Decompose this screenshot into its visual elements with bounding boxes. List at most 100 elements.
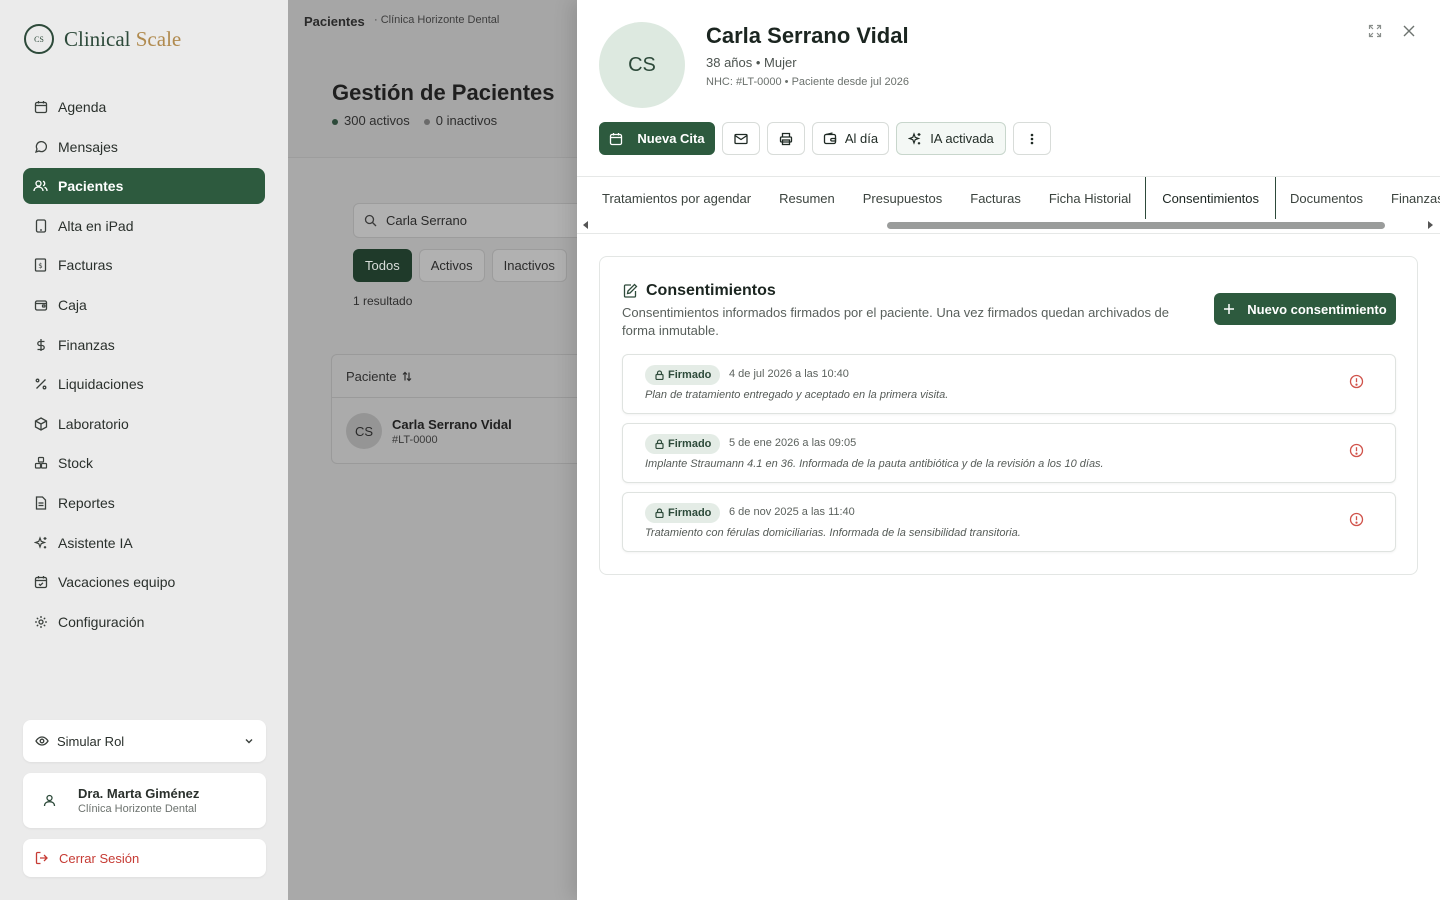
patient-meta: 38 años • Mujer [706,55,797,70]
row-patient-id: #LT-0000 [392,433,438,446]
logout-icon [35,851,49,865]
user-card[interactable]: Dra. Marta Giménez Clínica Horizonte Den… [23,773,266,828]
sidebar-item-caja[interactable]: Caja [23,287,265,323]
report-icon [33,495,48,510]
patient-actions: Nueva Cita Al día IA activada [599,122,1051,155]
sidebar-item-liquidaciones[interactable]: Liquidaciones [23,366,265,402]
consent-record[interactable]: Firmado 4 de jul 2026 a las 10:40 Plan d… [622,354,1396,414]
active-stat: 300 activos [332,113,410,128]
sidebar-item-mensajes[interactable]: Mensajes [23,129,265,165]
box-icon [33,416,48,431]
app-logo[interactable]: CS Clinical Scale [24,24,181,54]
patient-stats: 300 activos 0 inactivos [332,113,497,128]
filter-activos[interactable]: Activos [418,249,485,282]
edit-document-icon [622,283,638,299]
patient-nhc: NHC: #LT-0000 • Paciente desde jul 2026 [706,76,909,88]
alert-circle-icon[interactable] [1349,443,1364,458]
calendar-icon [33,100,48,115]
filter-inactivos[interactable]: Inactivos [491,249,567,282]
consent-record[interactable]: Firmado 5 de ene 2026 a las 09:05 Implan… [622,423,1396,483]
printer-icon [779,132,793,146]
new-appointment-button[interactable]: Nueva Cita [599,122,715,155]
sidebar-item-laboratorio[interactable]: Laboratorio [23,406,265,442]
ia-toggle-button[interactable]: IA activada [896,122,1006,155]
tab-presupuestos[interactable]: Presupuestos [849,177,957,219]
eye-icon [35,734,49,748]
simular-rol-select[interactable]: Simular Rol [23,720,266,762]
chat-icon [33,139,48,154]
tab-ficha-historial[interactable]: Ficha Historial [1035,177,1145,219]
logout-label: Cerrar Sesión [59,850,140,866]
results-count: 1 resultado [353,294,413,308]
balance-status-button[interactable]: Al día [812,122,889,155]
logout-button[interactable]: Cerrar Sesión [23,839,266,877]
search-value: Carla Serrano [386,213,467,228]
email-button[interactable] [722,122,760,155]
tab-documentos[interactable]: Documentos [1276,177,1377,219]
table-row[interactable]: CS Carla Serrano Vidal #LT-0000 [332,398,577,449]
sidebar-item-finanzas[interactable]: Finanzas [23,327,265,363]
gear-icon [33,614,48,629]
close-icon[interactable] [1402,24,1416,38]
sidebar-item-label: Liquidaciones [58,376,144,393]
sidebar-item-label: Configuración [58,613,145,630]
sidebar-item-agenda[interactable]: Agenda [23,89,265,125]
sidebar-item-stock[interactable]: Stock [23,445,265,481]
consents-card: Consentimientos Consentimientos informad… [599,256,1418,575]
filter-todos[interactable]: Todos [353,249,412,282]
tab-tratamientos-por-agendar[interactable]: Tratamientos por agendar [588,177,765,219]
invoice-icon: $ [33,258,48,273]
inactive-stat: 0 inactivos [423,113,497,128]
patients-table: Paciente CS Carla Serrano Vidal #LT-0000 [331,354,577,464]
sidebar-item-label: Stock [58,455,94,472]
more-options-button[interactable] [1013,122,1051,155]
scroll-left-arrow[interactable] [583,221,588,229]
lock-icon [655,439,664,449]
cash-register-icon [33,297,48,312]
sidebar-item-label: Caja [58,296,87,313]
patient-name: Carla Serrano Vidal [706,23,909,48]
consent-note: Implante Straumann 4.1 en 36. Informada … [645,458,1104,470]
calendar-icon [609,132,623,146]
consent-date: 5 de ene 2026 a las 09:05 [729,437,857,449]
tab-finanzas[interactable]: Finanzas [1377,177,1440,219]
sidebar-item-pacientes[interactable]: Pacientes [23,168,265,205]
user-clinic: Clínica Horizonte Dental [78,803,197,815]
scroll-right-arrow[interactable] [1428,221,1433,229]
sidebar-item-label: Mensajes [58,138,118,155]
sidebar-nav: Agenda Mensajes Pacientes Alta en iPad $… [23,89,265,643]
print-button[interactable] [767,122,805,155]
alert-circle-icon[interactable] [1349,374,1364,389]
wallet-icon [823,132,837,145]
alert-circle-icon[interactable] [1349,512,1364,527]
sidebar-item-label: Alta en iPad [58,217,134,234]
users-icon [33,179,48,194]
expand-icon[interactable] [1368,24,1382,38]
search-input[interactable]: Carla Serrano [353,203,577,238]
tab-consentimientos[interactable]: Consentimientos [1145,177,1277,219]
tab-facturas[interactable]: Facturas [956,177,1035,219]
chevron-down-icon [244,736,254,746]
page-title: Gestión de Pacientes [332,80,555,105]
sidebar-item-label: Finanzas [58,336,115,353]
tablet-icon [33,218,48,233]
sidebar-item-reportes[interactable]: Reportes [23,485,265,521]
sidebar-item-vacaciones-equipo[interactable]: Vacaciones equipo [23,564,265,600]
sidebar-item-facturas[interactable]: $ Facturas [23,247,265,283]
column-header-paciente[interactable]: Paciente [332,355,577,398]
svg-text:$: $ [38,262,42,270]
lock-icon [655,370,664,380]
sidebar-item-configuracion[interactable]: Configuración [23,604,265,640]
page-header: Pacientes · Clínica Horizonte Dental Ges… [288,0,577,158]
breadcrumb-clinic: · Clínica Horizonte Dental [374,14,500,26]
sort-icon [402,371,412,382]
tabs-scrollbar[interactable] [887,222,1385,229]
tab-resumen[interactable]: Resumen [765,177,849,219]
sidebar-item-alta-ipad[interactable]: Alta en iPad [23,208,265,244]
new-consent-button[interactable]: Nuevo consentimiento [1214,293,1396,325]
simular-rol-label: Simular Rol [57,733,125,749]
user-icon [43,794,56,807]
consent-record[interactable]: Firmado 6 de nov 2025 a las 11:40 Tratam… [622,492,1396,552]
breadcrumb[interactable]: Pacientes [304,14,365,29]
sidebar-item-asistente-ia[interactable]: Asistente IA [23,525,265,561]
